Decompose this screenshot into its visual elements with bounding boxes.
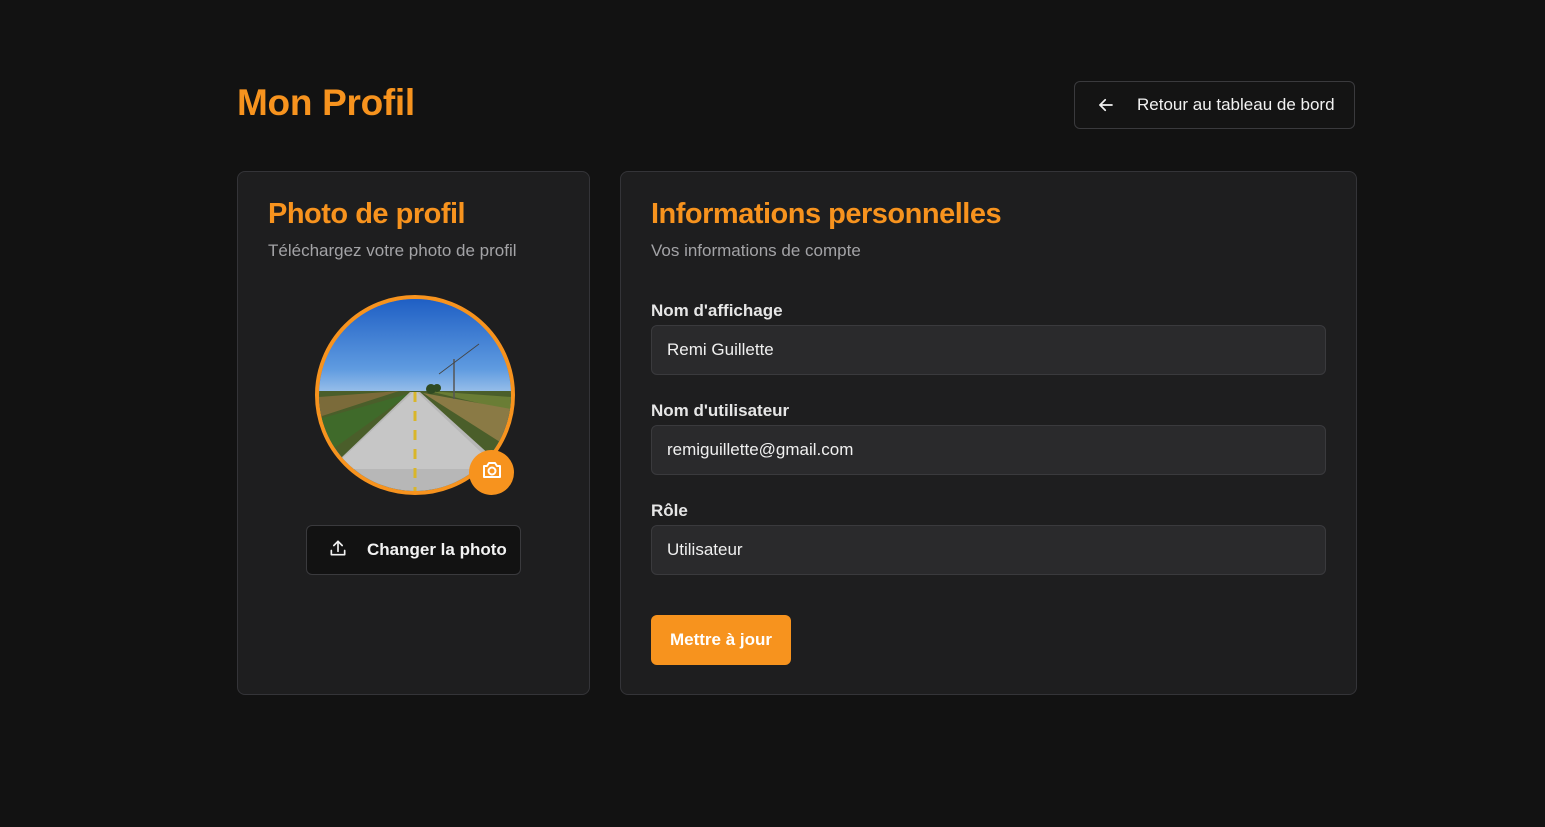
change-photo-button[interactable]: Changer la photo bbox=[306, 525, 521, 575]
change-avatar-badge[interactable] bbox=[469, 450, 514, 495]
photo-card-title: Photo de profil bbox=[268, 198, 466, 230]
avatar-container bbox=[315, 295, 515, 495]
info-card-title: Informations personnelles bbox=[651, 198, 1002, 230]
back-button-label: Retour au tableau de bord bbox=[1137, 95, 1335, 114]
info-card-subtitle: Vos informations de compte bbox=[651, 241, 861, 260]
back-to-dashboard-button[interactable]: Retour au tableau de bord bbox=[1074, 81, 1355, 129]
change-photo-label: Changer la photo bbox=[367, 540, 507, 559]
profile-photo-card: Photo de profil Téléchargez votre photo … bbox=[237, 171, 590, 695]
username-label: Nom d'utilisateur bbox=[651, 401, 790, 420]
display-name-input[interactable] bbox=[651, 325, 1326, 375]
upload-icon bbox=[328, 538, 348, 563]
display-name-label: Nom d'affichage bbox=[651, 301, 783, 320]
role-input[interactable] bbox=[651, 525, 1326, 575]
update-button[interactable]: Mettre à jour bbox=[651, 615, 791, 665]
page-title: Mon Profil bbox=[237, 82, 415, 123]
camera-icon bbox=[480, 458, 504, 487]
role-label: Rôle bbox=[651, 501, 688, 520]
personal-info-card: Informations personnelles Vos informatio… bbox=[620, 171, 1357, 695]
username-input[interactable] bbox=[651, 425, 1326, 475]
arrow-left-icon bbox=[1097, 96, 1115, 114]
photo-card-subtitle: Téléchargez votre photo de profil bbox=[268, 241, 517, 260]
